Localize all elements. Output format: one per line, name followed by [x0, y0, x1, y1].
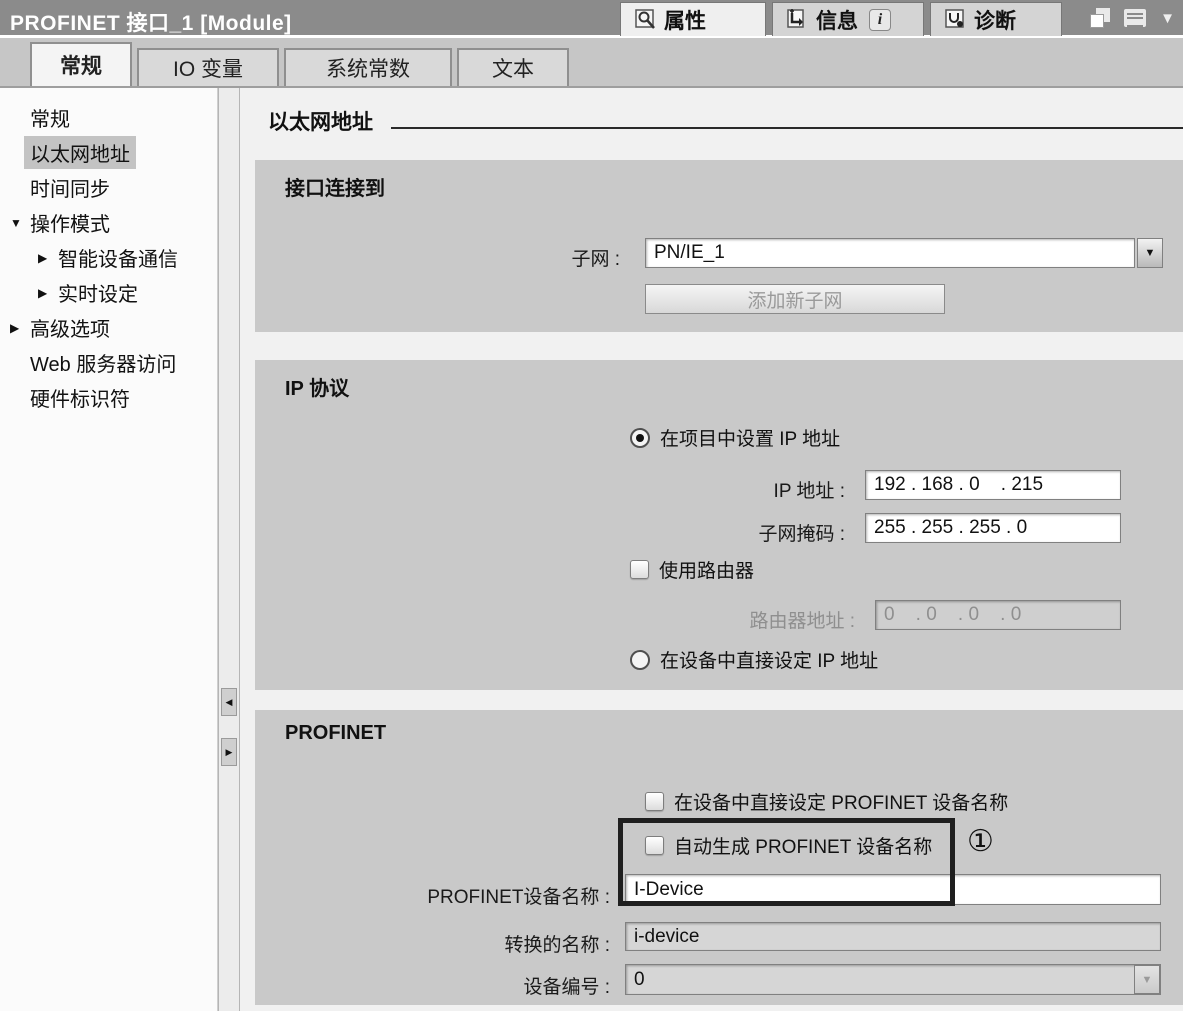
- checkbox-auto-generate-name[interactable]: 自动生成 PROFINET 设备名称: [645, 832, 932, 859]
- subnet-select[interactable]: PN/IE_1: [645, 238, 1135, 268]
- subnet-label: 子网 :: [571, 249, 620, 270]
- info-i-icon: i: [869, 8, 891, 31]
- checkbox-use-router[interactable]: 使用路由器: [630, 556, 754, 583]
- checkbox-set-name-at-device[interactable]: 在设备中直接设定 PROFINET 设备名称: [645, 788, 1008, 815]
- splitter-collapse-right-icon[interactable]: ▶: [221, 738, 237, 766]
- add-subnet-button[interactable]: 添加新子网: [645, 284, 945, 314]
- tab-texts[interactable]: 文本: [457, 48, 569, 86]
- window-title: PROFINET 接口_1 [Module]: [10, 12, 292, 35]
- tab-diagnostics[interactable]: 诊断: [930, 2, 1062, 36]
- page-title: 以太网地址: [268, 111, 373, 134]
- checkbox-unchecked-icon: [645, 836, 664, 855]
- tab-general[interactable]: 常规: [30, 42, 132, 86]
- panel-profinet-title: PROFINET: [285, 722, 387, 744]
- checkbox-unchecked-icon: [645, 792, 664, 811]
- panel-profinet: PROFINET 在设备中直接设定 PROFINET 设备名称 ① 自动生成 P…: [255, 710, 1183, 1005]
- radio-selected-icon: [630, 427, 650, 448]
- panel-ip-protocol: IP 协议 在项目中设置 IP 地址 IP 地址 : 192 . 168 . 0…: [255, 360, 1183, 690]
- tab-diagnostics-label: 诊断: [974, 9, 1016, 33]
- device-number-label: 设备编号 :: [523, 977, 610, 998]
- device-number-select[interactable]: 0: [625, 964, 1161, 995]
- nav-operating-mode[interactable]: ▼ 操作模式: [0, 205, 217, 240]
- nav-advanced-options[interactable]: ▶ 高级选项: [0, 310, 217, 345]
- collapse-arrow-icon: ▼: [10, 215, 22, 230]
- settings-nav-tree: 常规 以太网地址 时间同步 ▼ 操作模式 ▶ 智能设备通信 ▶ 实时设定 ▶ 高…: [0, 88, 218, 1011]
- converted-name-field: i-device: [625, 922, 1161, 951]
- nav-general[interactable]: 常规: [0, 100, 217, 135]
- router-address-field: 0 . 0 . 0 . 0: [875, 600, 1121, 630]
- expand-arrow-icon: ▶: [38, 250, 48, 265]
- float-window-icon[interactable]: [1090, 8, 1111, 28]
- tab-info[interactable]: 信息 i: [772, 2, 924, 36]
- expand-arrow-icon: ▶: [38, 285, 48, 300]
- tab-system-constants[interactable]: 系统常数: [284, 48, 452, 86]
- nav-idevice-communication[interactable]: ▶ 智能设备通信: [0, 240, 217, 275]
- section-heading-ethernet: 以太网地址: [268, 106, 1183, 136]
- nav-realtime-settings[interactable]: ▶ 实时设定: [0, 275, 217, 310]
- pane-splitter[interactable]: ◀ ▶: [218, 88, 240, 1011]
- callout-number-1: ①: [967, 825, 994, 858]
- profinet-device-name-label: PROFINET设备名称 :: [427, 887, 610, 908]
- expand-arrow-icon: ▶: [10, 320, 20, 335]
- subnet-mask-field[interactable]: 255 . 255 . 255 . 0: [865, 513, 1121, 543]
- profinet-device-name-field[interactable]: I-Device: [625, 874, 1161, 905]
- collapse-pane-icon[interactable]: ▼: [1160, 11, 1175, 26]
- nav-web-server-access[interactable]: Web 服务器访问: [0, 345, 217, 380]
- ip-address-label: IP 地址 :: [773, 481, 845, 502]
- tab-properties[interactable]: 属性: [620, 2, 766, 36]
- settings-content: 以太网地址 接口连接到 子网 : PN/IE_1 ▼ 添加新子网 IP 协议 在…: [240, 88, 1183, 1011]
- properties-magnifier-icon: [635, 8, 655, 29]
- panel-interface-connection: 接口连接到 子网 : PN/IE_1 ▼ 添加新子网: [255, 160, 1183, 332]
- info-crossref-icon: [787, 8, 804, 28]
- splitter-collapse-left-icon[interactable]: ◀: [221, 688, 237, 716]
- diagnostics-stethoscope-icon: [945, 8, 964, 28]
- radio-unselected-icon: [630, 649, 650, 670]
- tab-info-label: 信息: [816, 9, 858, 33]
- nav-hardware-identifier[interactable]: 硬件标识符: [0, 380, 217, 415]
- nav-ethernet-addresses[interactable]: 以太网地址: [0, 135, 217, 170]
- converted-name-label: 转换的名称 :: [504, 935, 610, 956]
- window-layout-icon[interactable]: [1124, 9, 1147, 27]
- checkbox-unchecked-icon: [630, 560, 649, 579]
- tab-io-tags[interactable]: IO 变量: [137, 48, 279, 86]
- panel-ip-title: IP 协议: [285, 378, 350, 400]
- property-page-tabs: 常规 IO 变量 系统常数 文本: [0, 38, 1183, 88]
- radio-set-ip-at-device[interactable]: 在设备中直接设定 IP 地址: [630, 646, 878, 673]
- subnet-dropdown-arrow-icon[interactable]: ▼: [1137, 238, 1163, 268]
- ip-address-field[interactable]: 192 . 168 . 0 . 215: [865, 470, 1121, 500]
- tab-properties-label: 属性: [664, 9, 706, 33]
- panel-interface-title: 接口连接到: [285, 178, 385, 200]
- subnet-mask-label: 子网掩码 :: [758, 524, 845, 545]
- device-number-dropdown-arrow-icon[interactable]: ▼: [1134, 965, 1160, 994]
- router-address-label: 路由器地址 :: [749, 611, 855, 632]
- heading-rule: [391, 127, 1183, 129]
- radio-set-ip-in-project[interactable]: 在项目中设置 IP 地址: [630, 424, 840, 451]
- nav-time-sync[interactable]: 时间同步: [0, 170, 217, 205]
- inspector-titlebar: PROFINET 接口_1 [Module] 属性 信息 i 诊断 ▼: [0, 0, 1183, 38]
